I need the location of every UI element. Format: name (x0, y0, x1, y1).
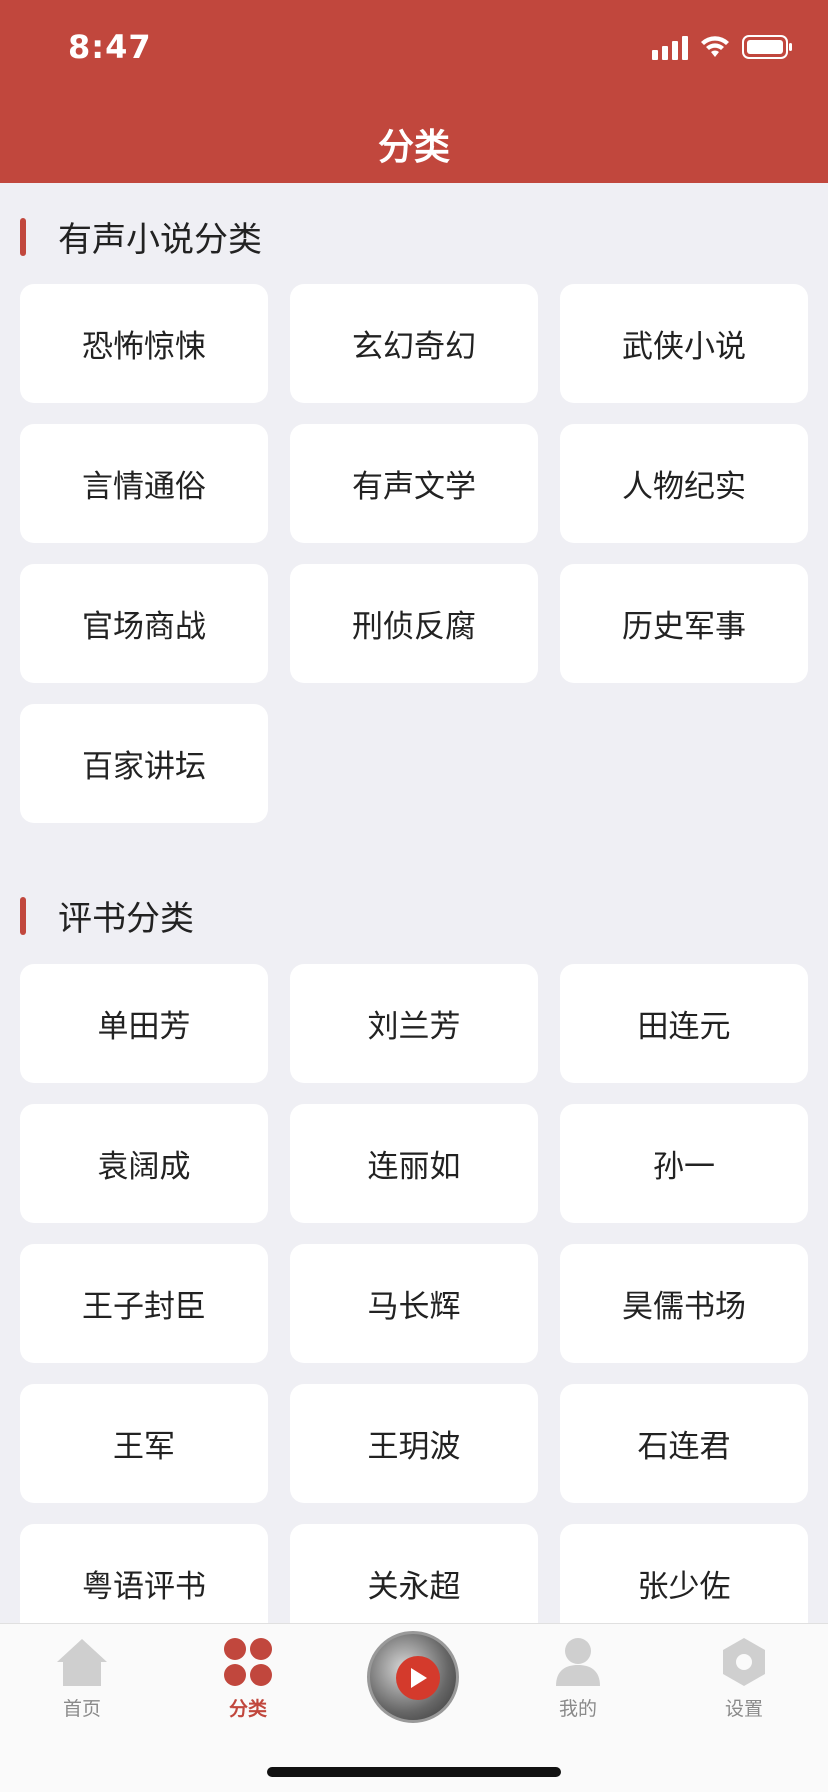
tab-settings[interactable]: 设置 (684, 1636, 804, 1721)
section-header-storytelling: 评书分类 (20, 891, 194, 940)
category-item[interactable]: 刑侦反腐 (290, 564, 538, 683)
section-title: 有声小说分类 (58, 220, 262, 260)
category-item[interactable]: 石连君 (560, 1384, 808, 1503)
category-icon (224, 1638, 272, 1686)
audio-novel-category-grid: 恐怖惊悚 玄幻奇幻 武侠小说 言情通俗 有声文学 人物纪实 官场商战 刑侦反腐 … (20, 284, 808, 823)
category-item[interactable]: 袁阔成 (20, 1104, 268, 1223)
section-accent-bar (20, 896, 26, 935)
category-item[interactable]: 百家讲坛 (20, 704, 268, 823)
page-title: 分类 (377, 127, 450, 168)
category-item[interactable]: 关永超 (290, 1524, 538, 1623)
category-content[interactable]: 有声小说分类 恐怖惊悚 玄幻奇幻 武侠小说 言情通俗 有声文学 人物纪实 官场商… (0, 183, 828, 1623)
category-item[interactable]: 田连元 (560, 964, 808, 1083)
category-item[interactable]: 粤语评书 (20, 1524, 268, 1623)
tab-category[interactable]: 分类 (188, 1636, 308, 1721)
tab-label: 设置 (724, 1698, 763, 1720)
category-item[interactable]: 恐怖惊悚 (20, 284, 268, 403)
tab-label: 首页 (62, 1698, 101, 1720)
home-icon (57, 1639, 107, 1686)
storyteller-category-grid: 单田芳 刘兰芳 田连元 袁阔成 连丽如 孙一 王子封臣 马长辉 昊儒书场 王军 … (20, 964, 808, 1623)
category-item[interactable]: 王子封臣 (20, 1244, 268, 1363)
battery-icon (742, 34, 794, 60)
tab-label: 我的 (558, 1698, 597, 1720)
category-item[interactable]: 武侠小说 (560, 284, 808, 403)
category-item[interactable]: 刘兰芳 (290, 964, 538, 1083)
section-accent-bar (20, 217, 26, 256)
status-time: 8:47 (68, 28, 152, 66)
settings-icon (723, 1638, 765, 1686)
tab-label: 分类 (228, 1698, 267, 1720)
category-item[interactable]: 言情通俗 (20, 424, 268, 543)
home-indicator (267, 1767, 561, 1777)
category-item[interactable]: 官场商战 (20, 564, 268, 683)
tab-home[interactable]: 首页 (22, 1636, 142, 1721)
wifi-icon (700, 35, 730, 59)
tab-mine[interactable]: 我的 (518, 1636, 638, 1721)
category-item[interactable]: 王玥波 (290, 1384, 538, 1503)
section-title: 评书分类 (58, 899, 194, 939)
player-disc-icon[interactable] (367, 1631, 459, 1723)
user-icon (556, 1638, 600, 1686)
category-item[interactable]: 单田芳 (20, 964, 268, 1083)
category-item[interactable]: 人物纪实 (560, 424, 808, 543)
status-icons (652, 34, 794, 60)
category-item[interactable]: 连丽如 (290, 1104, 538, 1223)
category-item[interactable]: 王军 (20, 1384, 268, 1503)
play-icon (396, 1656, 440, 1700)
category-item[interactable]: 马长辉 (290, 1244, 538, 1363)
header: 8:47 分类 (0, 0, 828, 183)
category-item[interactable]: 玄幻奇幻 (290, 284, 538, 403)
category-item[interactable]: 孙一 (560, 1104, 808, 1223)
section-header-audio-novels: 有声小说分类 (20, 212, 262, 261)
category-item[interactable]: 历史军事 (560, 564, 808, 683)
category-item[interactable]: 昊儒书场 (560, 1244, 808, 1363)
category-item[interactable]: 张少佐 (560, 1524, 808, 1623)
signal-icon (652, 34, 688, 60)
category-item[interactable]: 有声文学 (290, 424, 538, 543)
